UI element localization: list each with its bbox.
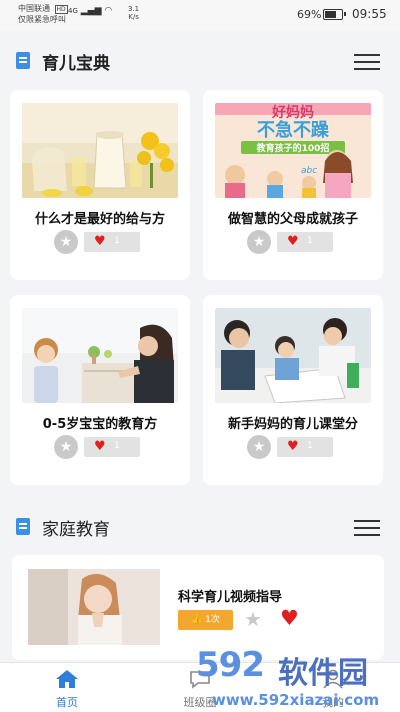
section-header-parenting: 育儿宝典	[0, 42, 400, 82]
home-icon	[56, 670, 78, 688]
article-card[interactable]: 0-5岁宝宝的教育方 ★ ♥ 1	[10, 295, 190, 485]
video-thumbnail	[28, 569, 160, 645]
article-image-kitchen	[22, 103, 178, 198]
menu-icon[interactable]	[354, 52, 380, 72]
battery-percent: 69%	[297, 8, 322, 21]
star-icon[interactable]: ★	[54, 230, 78, 254]
article-card[interactable]: 新手妈妈的育儿课堂分 ★ ♥ 1	[203, 295, 383, 485]
article-title: 做智慧的父母成就孩子	[227, 212, 358, 227]
emergency-only-text: 仅限紧急呼叫	[18, 15, 66, 24]
document-icon	[16, 518, 30, 535]
star-icon[interactable]: ★	[247, 435, 271, 459]
status-bar: 中国联通 HD 仅限紧急呼叫 4G ▂▄▆ ◠ 3.1 K/s 69% 09:5…	[0, 0, 400, 30]
like-button[interactable]: ♥ 1	[277, 232, 333, 252]
book-cover-line3: 教育孩子的100招	[256, 142, 330, 154]
watermark-url: www.592xiazai.com	[212, 691, 380, 709]
signal-icon: 4G ▂▄▆ ◠	[68, 6, 113, 16]
like-button[interactable]: ♥ 1	[84, 232, 140, 252]
like-count: 1	[114, 236, 120, 246]
thumbs-up-icon: 👍	[191, 615, 203, 625]
watermark-number: 592	[196, 645, 265, 685]
site-watermark: 592 软件园 www.592xiazai.com	[196, 645, 396, 711]
hd-badge: HD	[54, 5, 68, 14]
heart-icon: ♥	[287, 439, 299, 454]
article-title: 新手妈妈的育儿课堂分	[227, 417, 358, 432]
article-card[interactable]: 好妈妈 不急不躁 教育孩子的100招 abc 做智慧的父母成就孩子 ★ ♥ 1	[203, 90, 383, 280]
book-cover-letters: abc	[301, 166, 317, 176]
heart-icon: ♥	[94, 439, 106, 454]
like-button[interactable]: ♥ 1	[84, 437, 140, 457]
menu-icon[interactable]	[354, 518, 380, 538]
net-speed-unit: K/s	[128, 13, 139, 21]
article-title: 什么才是最好的给与方	[34, 212, 165, 227]
tab-home[interactable]: 首页	[17, 663, 117, 712]
star-icon[interactable]: ★	[247, 230, 271, 254]
carrier-name: 中国联通	[18, 4, 50, 13]
views-count: 1次	[205, 615, 220, 625]
tab-label: 首页	[56, 696, 78, 709]
heart-icon: ♥	[287, 234, 299, 249]
book-cover-line1: 好妈妈	[271, 104, 314, 121]
star-icon[interactable]: ★	[54, 435, 78, 459]
network-type: 4G	[68, 7, 78, 15]
net-speed: 3.1 K/s	[128, 5, 139, 21]
article-title: 0-5岁宝宝的教育方	[42, 417, 158, 432]
section-title: 育儿宝典	[42, 54, 110, 74]
section-header-family-education: 家庭教育	[0, 508, 400, 548]
like-count: 1	[307, 236, 313, 246]
views-badge[interactable]: 👍 1次	[178, 610, 233, 630]
like-count: 1	[114, 441, 120, 451]
document-icon	[16, 52, 30, 69]
battery-icon	[323, 9, 346, 20]
heart-icon: ♥	[94, 234, 106, 249]
video-title: 科学育儿视频指导	[178, 590, 283, 605]
book-cover-line2: 不急不躁	[257, 119, 329, 141]
carrier-info: 中国联通 HD 仅限紧急呼叫	[18, 4, 68, 25]
article-card[interactable]: 什么才是最好的给与方 ★ ♥ 1	[10, 90, 190, 280]
star-icon[interactable]: ★	[244, 608, 262, 630]
watermark-text: 软件园	[278, 656, 368, 691]
like-count: 1	[307, 441, 313, 451]
article-image-family-study	[215, 308, 371, 403]
article-image-mother-daughter	[22, 308, 178, 403]
net-speed-value: 3.1	[128, 5, 140, 13]
heart-icon[interactable]: ♥	[280, 607, 299, 629]
section-title: 家庭教育	[42, 520, 110, 540]
article-image-book-cover: 好妈妈 不急不躁 教育孩子的100招 abc	[215, 103, 371, 198]
like-button[interactable]: ♥ 1	[277, 437, 333, 457]
clock: 09:55	[352, 7, 387, 21]
